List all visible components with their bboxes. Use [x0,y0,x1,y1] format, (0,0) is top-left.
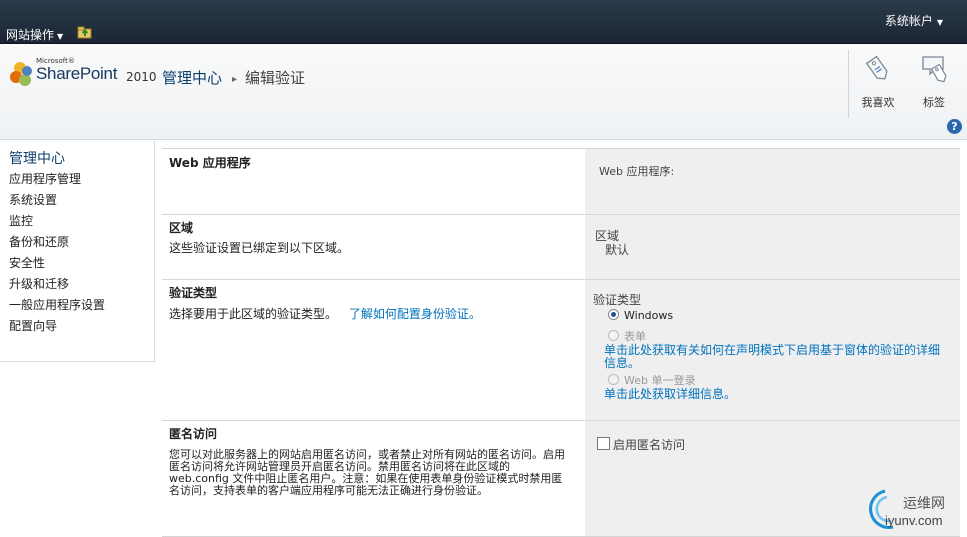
help-bar: ? [0,113,967,139]
nav-heading-central-admin[interactable]: 管理中心 [9,148,65,168]
chevron-down-icon: ▼ [57,32,64,41]
divider [848,50,849,118]
site-actions-menu[interactable]: 网站操作 ▼ [6,26,63,43]
section-anonymous-access: 匿名访问 您可以对此服务器上的网站启用匿名访问，或者禁止对所有网站的匿名访问。启… [162,420,960,537]
section-description: 这些验证设置已绑定到以下区域。 [169,241,350,255]
radio-windows[interactable]: Windows [608,309,673,322]
watermark-url: iyunv.com [885,513,943,528]
breadcrumb-root-link[interactable]: 管理中心 [162,69,222,87]
section-description: 选择要用于此区域的验证类型。 了解如何配置身份验证。 [169,308,481,320]
nav-item-application-management[interactable]: 应用程序管理 [9,170,105,191]
account-label: 系统帐户 [884,14,933,28]
section-title: 验证类型 [169,286,218,300]
section-authentication-type: 验证类型 选择要用于此区域的验证类型。 了解如何配置身份验证。 验证类型 Win… [162,279,960,421]
section-title: 区域 [169,221,194,235]
section-description: 您可以对此服务器上的网站启用匿名访问，或者禁止对所有网站的匿名访问。启用匿名访问… [169,448,565,497]
like-tag-icon [865,55,888,80]
section-web-application: Web 应用程序 Web 应用程序: [162,148,960,215]
i-like-it-button[interactable]: 我喜欢 [853,52,903,110]
enable-anonymous-checkbox[interactable] [597,437,610,450]
nav-item-backup-restore[interactable]: 备份和还原 [9,233,105,254]
zone-value: 默认 [605,243,630,257]
sharepoint-logo[interactable]: Microsoft® SharePoint 2010 [9,57,157,93]
learn-auth-config-link[interactable]: 了解如何配置身份验证。 [349,307,481,321]
account-menu[interactable]: 系统帐户 ▼ [885,12,943,29]
radio-button-selected[interactable] [608,309,619,320]
page-title: 编辑验证 [245,69,306,87]
nav-item-system-settings[interactable]: 系统设置 [9,191,105,212]
nav-item-security[interactable]: 安全性 [9,254,105,275]
section-left: 匿名访问 您可以对此服务器上的网站启用匿名访问，或者禁止对所有网站的匿名访问。启… [162,421,585,536]
product-name: SharePoint [36,64,118,83]
nav-item-general-app-settings[interactable]: 一般应用程序设置 [9,296,105,317]
section-title: 匿名访问 [169,427,218,441]
auth-type-label: 验证类型 [593,293,642,307]
section-left: 验证类型 选择要用于此区域的验证类型。 了解如何配置身份验证。 [162,280,585,421]
navigate-up-icon[interactable] [77,25,93,39]
chevron-down-icon: ▼ [936,18,943,27]
tags-and-notes-button[interactable]: 标签 [909,52,959,110]
breadcrumb: 管理中心 ▸ 编辑验证 [162,67,305,88]
site-actions-label: 网站操作 [6,28,55,42]
watermark-text: 运维网 [903,496,945,512]
product-year: 2010 [126,70,157,84]
tag-notes-icon [922,56,947,83]
title-row: Microsoft® SharePoint 2010 管理中心 ▸ 编辑验证 我喜欢… [0,44,967,140]
nav-item-config-wizards[interactable]: 配置向导 [9,317,105,338]
section-left: 区域 这些验证设置已绑定到以下区域。 [162,215,585,280]
web-application-label: Web 应用程序: [599,165,675,178]
i-like-it-label: 我喜欢 [861,96,895,109]
sharepoint-logo-icon [10,62,32,86]
tags-label: 标签 [923,96,945,109]
nav-item-monitoring[interactable]: 监控 [9,212,105,233]
breadcrumb-separator-icon: ▸ [232,74,238,85]
radio-label: 表单 [624,330,646,343]
section-right: 区域 默认 [585,215,960,280]
section-left: Web 应用程序 [162,149,585,215]
radio-web-sso[interactable]: Web 单一登录 [608,372,695,388]
forms-auth-info-link[interactable]: 单击此处获取有关如何在声明模式下启用基于窗体的验证的详细信息。 [604,344,949,370]
sso-info-link[interactable]: 单击此处获取详细信息。 [604,388,949,401]
radio-forms[interactable]: 表单 [608,328,646,344]
enable-anonymous-checkbox-row[interactable]: 启用匿名访问 [597,436,685,453]
radio-button-disabled[interactable] [608,374,619,385]
section-right: 验证类型 Windows 表单 单击此处获取有关如何在声明模式下启用基于窗体的验… [585,280,960,421]
nav-list: 应用程序管理 系统设置 监控 备份和还原 安全性 升级和迁移 一般应用程序设置 … [9,170,105,338]
radio-label: Windows [624,309,674,322]
help-icon[interactable]: ? [947,119,962,134]
top-ribbon: 网站操作 ▼ 系统帐户 ▼ [0,0,967,44]
radio-button-disabled[interactable] [608,330,619,341]
description-text: 选择要用于此区域的验证类型。 [169,307,338,321]
radio-label: Web 单一登录 [624,374,696,387]
checkbox-label: 启用匿名访问 [613,438,686,452]
quick-launch: 管理中心 应用程序管理 系统设置 监控 备份和还原 安全性 升级和迁移 一般应用… [0,141,155,362]
section-right: Web 应用程序: [585,149,960,215]
section-title: Web 应用程序 [169,156,251,170]
section-zone: 区域 这些验证设置已绑定到以下区域。 区域 默认 [162,214,960,280]
watermark: 运维网 iyunv.com [863,487,967,535]
nav-item-upgrade-migration[interactable]: 升级和迁移 [9,275,105,296]
